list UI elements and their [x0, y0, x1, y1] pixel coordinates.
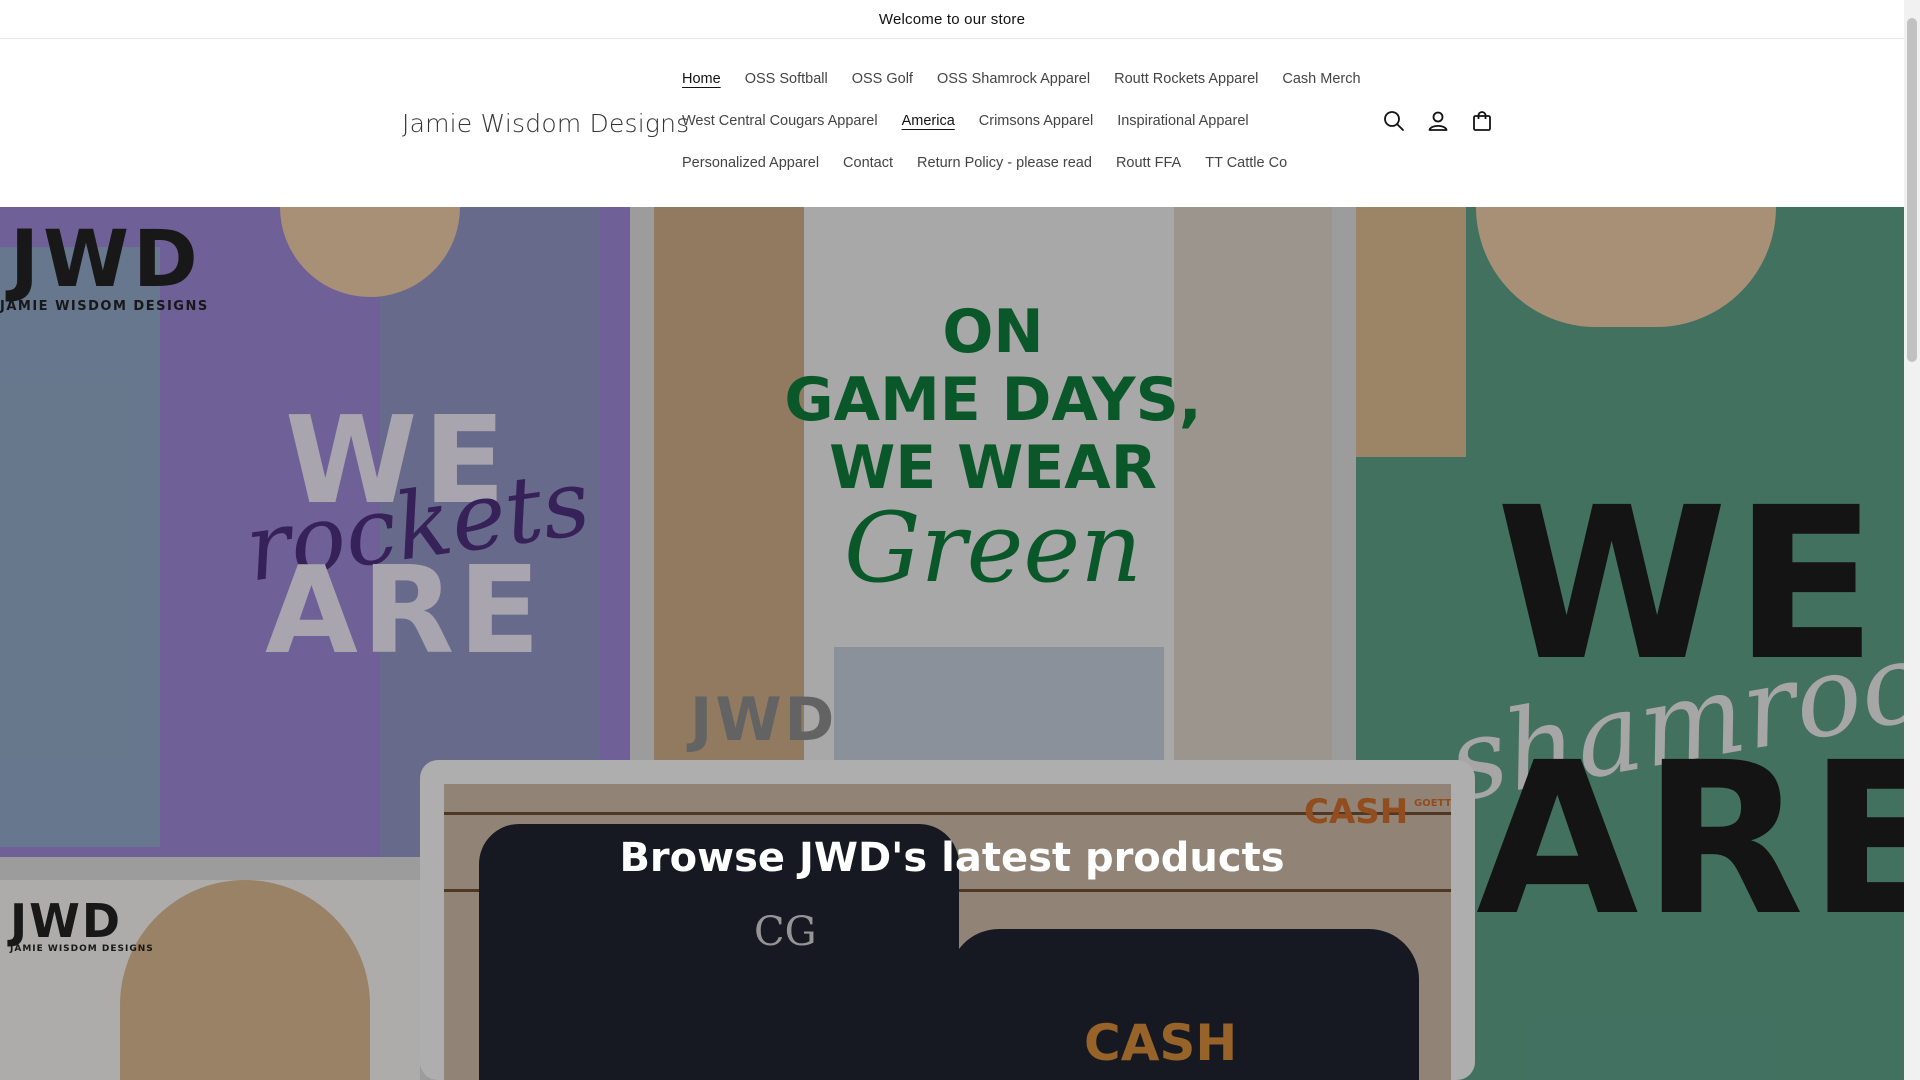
- shirt-text-are: ARE: [265, 542, 545, 681]
- nav-oss-golf[interactable]: OSS Golf: [852, 71, 913, 87]
- wood-plank-line-1: [444, 812, 1451, 815]
- nav-cash-merch[interactable]: Cash Merch: [1282, 71, 1360, 87]
- site-logo[interactable]: Jamie Wisdom Designs: [402, 109, 689, 138]
- nav-tt-cattle-co[interactable]: TT Cattle Co: [1205, 155, 1287, 171]
- nav-america[interactable]: America: [902, 113, 955, 129]
- denim-jacket: [0, 247, 160, 847]
- cart-icon[interactable]: [1470, 109, 1494, 133]
- hero-image-game-days-shirt: ON GAME DAYS, WE WEAR Green JWD: [654, 207, 1332, 760]
- nav-crimsons-apparel[interactable]: Crimsons Apparel: [979, 113, 1093, 129]
- brand-mark-jwd-long-2: JAMIE WISDOM DESIGNS: [10, 944, 154, 954]
- nav-oss-softball[interactable]: OSS Softball: [745, 71, 828, 87]
- shirt-text-game-days: GAME DAYS,: [784, 365, 1202, 435]
- hero-image-bottom-left: JWD JAMIE WISDOM DESIGNS: [0, 880, 420, 1080]
- search-icon[interactable]: [1382, 109, 1406, 133]
- hero-image-cash-merch: CG CASH GOETTEN CASH: [420, 760, 1475, 1080]
- nav-return-policy[interactable]: Return Policy - please read: [917, 155, 1092, 171]
- nav-personalized-apparel[interactable]: Personalized Apparel: [682, 155, 819, 171]
- nav-home[interactable]: Home: [682, 71, 721, 87]
- site-header: Jamie Wisdom Designs Home OSS Softball O…: [0, 39, 1904, 207]
- hero-banner[interactable]: JWD JAMIE WISDOM DESIGNS WE rockets ARE …: [0, 207, 1904, 1080]
- hero-title: Browse JWD's latest products: [619, 835, 1285, 881]
- jeans: [834, 647, 1164, 760]
- model-neck-2: [1476, 207, 1776, 327]
- brand-mark-jwd-long: JAMIE WISDOM DESIGNS: [0, 299, 209, 314]
- nav-west-central-cougars[interactable]: West Central Cougars Apparel: [682, 113, 878, 129]
- nav-inspirational-apparel[interactable]: Inspirational Apparel: [1117, 113, 1248, 129]
- nav-routt-ffa[interactable]: Routt FFA: [1116, 155, 1181, 171]
- page-scrollbar[interactable]: [1904, 0, 1920, 1080]
- nav-row-3: Personalized Apparel Contact Return Poli…: [682, 155, 1287, 171]
- nav-row-1: Home OSS Softball OSS Golf OSS Shamrock …: [682, 71, 1361, 87]
- model-hair-right: [1356, 207, 1466, 457]
- brand-mark-jwd: JWD: [10, 215, 202, 305]
- nav-contact[interactable]: Contact: [843, 155, 893, 171]
- brand-mark-jwd-3: JWD: [10, 894, 123, 948]
- shirt-text-on: ON: [942, 297, 1044, 367]
- cash-logo-badge-side: GOETTEN: [1414, 798, 1451, 809]
- nav-oss-shamrock-apparel[interactable]: OSS Shamrock Apparel: [937, 71, 1090, 87]
- model-head: [120, 880, 370, 1080]
- cash-logo-badge: CASH: [1304, 792, 1409, 832]
- nav-row-2: West Central Cougars Apparel America Cri…: [682, 113, 1249, 129]
- shirt-text-green: Green: [843, 492, 1143, 604]
- brand-mark-jwd-2: JWD: [690, 685, 838, 755]
- scrollbar-thumb[interactable]: [1907, 18, 1917, 362]
- cg-monogram: CG: [754, 909, 817, 955]
- cash-logo-shirt: CASH: [1084, 1014, 1238, 1072]
- wood-background: CG CASH GOETTEN CASH: [444, 784, 1451, 1080]
- announcement-bar: Welcome to our store: [0, 0, 1904, 39]
- nav-routt-rockets-apparel[interactable]: Routt Rockets Apparel: [1114, 71, 1258, 87]
- header-icons: [1382, 109, 1494, 133]
- announcement-text: Welcome to our store: [878, 10, 1026, 28]
- account-icon[interactable]: [1426, 109, 1450, 133]
